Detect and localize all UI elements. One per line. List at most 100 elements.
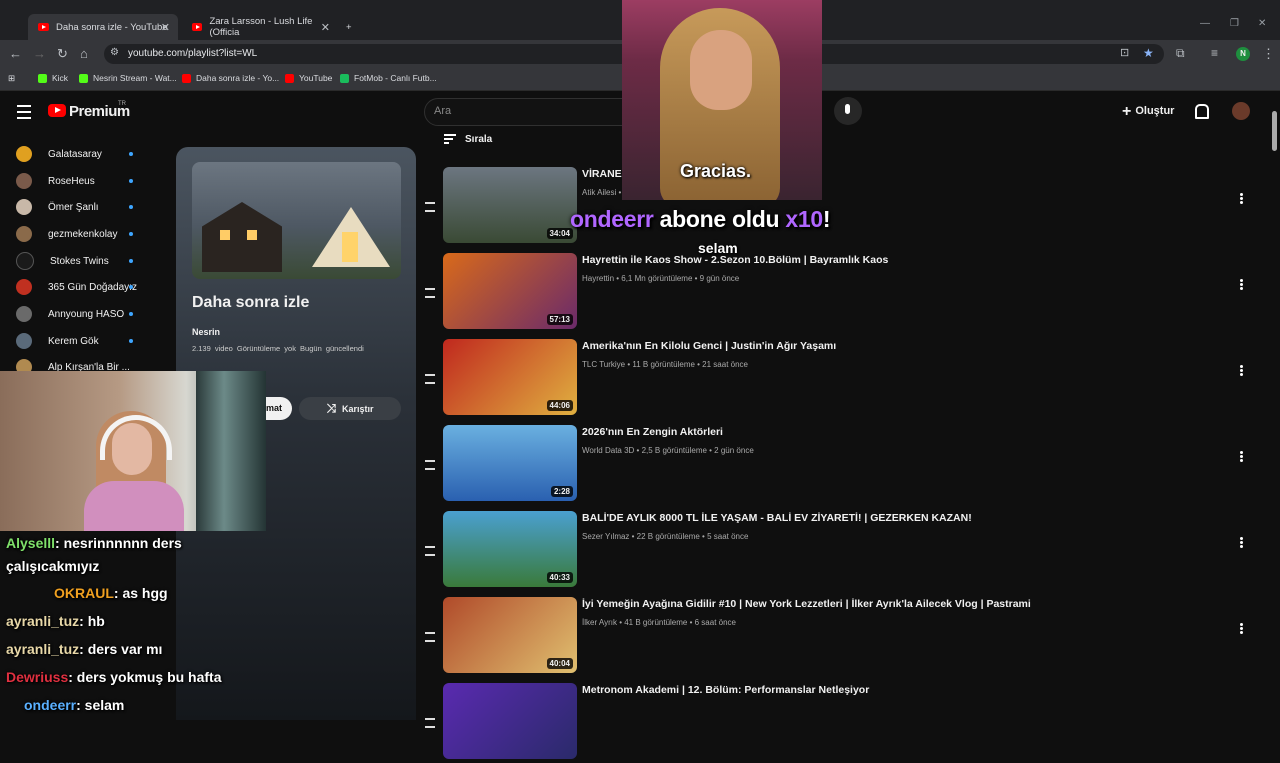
channel-avatar — [16, 226, 32, 242]
new-content-dot — [129, 259, 133, 263]
chat-username: ondeerr — [24, 697, 77, 713]
hamburger-menu-icon[interactable] — [17, 105, 31, 119]
tab-watch-later[interactable]: Daha sonra izle - YouTube ✕ — [28, 14, 178, 40]
more-actions-icon[interactable] — [1240, 197, 1243, 200]
channel-avatar — [16, 199, 32, 215]
media-icon[interactable]: ≡ — [1211, 46, 1218, 60]
more-actions-icon[interactable] — [1240, 455, 1243, 458]
channel-avatar — [16, 146, 32, 162]
bookmark-kick[interactable]: Kick — [38, 73, 68, 83]
install-icon[interactable]: ⊡ — [1120, 46, 1129, 59]
chat-text: : nesrinnnnnn ders — [55, 535, 182, 551]
minimize-icon[interactable]: — — [1200, 18, 1210, 29]
extensions-icon[interactable]: ⧉ — [1176, 46, 1185, 61]
bookmark-youtube[interactable]: YouTube — [285, 73, 332, 83]
sidebar-item-gezmekenkolay[interactable]: gezmekenkolay — [16, 225, 133, 243]
youtube-favicon-icon — [38, 23, 49, 31]
close-tab-icon[interactable]: ✕ — [161, 21, 170, 34]
sidebar-item-annyoung-haso[interactable]: Annyoung HASO — [16, 305, 133, 323]
chat-username: ayranli_tuz — [6, 641, 80, 657]
bookmark-fotmob[interactable]: FotMob - Canlı Futb... — [340, 73, 437, 83]
video-thumbnail[interactable]: 2:28 — [443, 425, 577, 501]
apps-icon[interactable]: ⊞ — [8, 73, 15, 84]
youtube-logo-icon[interactable] — [48, 104, 66, 117]
chat-text: : selam — [76, 697, 125, 713]
close-window-icon[interactable]: ✕ — [1258, 18, 1266, 29]
video-title[interactable]: Amerika'nın En Kilolu Genci | Justin'in … — [582, 340, 836, 352]
drag-handle-icon[interactable] — [425, 288, 435, 298]
bookmark-nesrin-stream[interactable]: Nesrin Stream - Wat... — [79, 73, 177, 83]
video-row[interactable]: 40:33 BALİ'DE AYLIK 8000 TL İLE YAŞAM - B… — [420, 511, 1260, 591]
more-actions-icon[interactable] — [1240, 541, 1243, 544]
new-content-dot — [129, 285, 133, 289]
video-row[interactable]: 40:04 İyi Yemeğin Ayağına Gidilir #10 | N… — [420, 597, 1260, 677]
create-button[interactable]: + Oluştur — [1122, 103, 1174, 121]
profile-avatar[interactable]: N — [1236, 47, 1250, 61]
video-thumbnail[interactable]: 57:13 — [443, 253, 577, 329]
chat-message: ayranli_tuz: hb — [6, 613, 105, 629]
sidebar-item-galatasaray[interactable]: Galatasaray — [16, 145, 133, 163]
sidebar-item-kerem-gok[interactable]: Kerem Gök — [16, 332, 133, 350]
drag-handle-icon[interactable] — [425, 202, 435, 212]
video-thumbnail[interactable] — [443, 683, 577, 759]
video-duration: 2:28 — [550, 486, 573, 497]
video-row[interactable]: 44:06 Amerika'nın En Kilolu Genci | Justi… — [420, 339, 1260, 419]
video-thumbnail[interactable]: 44:06 — [443, 339, 577, 415]
reload-icon[interactable]: ↻ — [57, 46, 68, 62]
sidebar-item-omer-sanli[interactable]: Ömer Şanlı — [16, 198, 133, 216]
microphone-icon[interactable] — [834, 97, 862, 125]
bookmark-watch-later[interactable]: Daha sonra izle - Yo... — [182, 73, 279, 83]
page-scrollbar[interactable] — [1272, 111, 1277, 151]
playlist-thumbnail[interactable] — [192, 162, 401, 279]
sidebar-item-365-gun[interactable]: 365 Gün Doğadayız — [16, 278, 137, 296]
video-row[interactable]: Metronom Akademi | 12. Bölüm: Performans… — [420, 683, 1260, 763]
new-content-dot — [129, 152, 133, 156]
video-meta: Sezer Yılmaz • 22 B görüntüleme • 5 saat… — [582, 532, 749, 541]
new-tab-button[interactable]: + — [346, 14, 352, 40]
more-actions-icon[interactable] — [1240, 627, 1243, 630]
close-tab-icon[interactable]: ✕ — [321, 21, 330, 34]
notifications-bell-icon[interactable] — [1195, 104, 1209, 119]
chat-text: : ders var mı — [79, 641, 163, 657]
drag-handle-icon[interactable] — [425, 632, 435, 642]
maximize-icon[interactable]: ❐ — [1230, 18, 1239, 29]
tab-zara-larsson[interactable]: Zara Larsson - Lush Life (Officia ✕ — [182, 14, 338, 40]
video-thumbnail[interactable]: 34:04 — [443, 167, 577, 243]
video-title[interactable]: 2026'nın En Zengin Aktörleri — [582, 426, 723, 438]
forward-icon[interactable]: → — [33, 46, 46, 61]
tab-label: Zara Larsson - Lush Life (Officia — [209, 16, 313, 38]
chat-text: : hb — [79, 613, 105, 629]
sidebar-item-stokes-twins[interactable]: Stokes Twins — [16, 252, 133, 270]
sidebar-item-roseheus[interactable]: RoseHeus — [16, 172, 133, 190]
back-icon[interactable]: ← — [9, 46, 22, 61]
chat-username: ayranli_tuz — [6, 613, 80, 629]
channel-avatar — [16, 173, 32, 189]
video-row[interactable]: 34:04VİRANE KÖY EVİMİZİAtik Ailesi • — [420, 167, 1260, 247]
site-info-icon[interactable]: ⚙ — [110, 47, 119, 58]
video-thumbnail[interactable]: 40:33 — [443, 511, 577, 587]
drag-handle-icon[interactable] — [425, 546, 435, 556]
more-actions-icon[interactable] — [1240, 283, 1243, 286]
new-content-dot — [129, 179, 133, 183]
chat-username: OKRAUL — [54, 585, 114, 601]
playlist-title: Daha sonra izle — [192, 294, 310, 311]
shuffle-button[interactable]: ⤨ Karıştır — [299, 397, 401, 420]
video-row[interactable]: 57:13 Hayrettin ile Kaos Show - 2.Sezon 1… — [420, 253, 1260, 333]
sort-button[interactable]: Sırala — [444, 134, 492, 145]
video-title[interactable]: İyi Yemeğin Ayağına Gidilir #10 | New Yo… — [582, 598, 1031, 610]
video-row[interactable]: 2:28 2026'nın En Zengin Aktörleri World Da… — [420, 425, 1260, 505]
shuffle-icon: ⤨ — [326, 401, 337, 415]
account-avatar[interactable] — [1232, 102, 1250, 120]
video-thumbnail[interactable]: 40:04 — [443, 597, 577, 673]
chat-username: Dewriuss — [6, 669, 69, 685]
home-icon[interactable]: ⌂ — [80, 46, 88, 61]
video-title[interactable]: Metronom Akademi | 12. Bölüm: Performans… — [582, 684, 869, 696]
browser-menu-icon[interactable]: ⋮ — [1262, 46, 1275, 62]
more-actions-icon[interactable] — [1240, 369, 1243, 372]
url-text: youtube.com/playlist?list=WL — [128, 48, 258, 59]
drag-handle-icon[interactable] — [425, 460, 435, 470]
playlist-owner[interactable]: Nesrin — [192, 327, 220, 337]
star-icon[interactable]: ★ — [1143, 46, 1154, 60]
drag-handle-icon[interactable] — [425, 374, 435, 384]
video-title[interactable]: BALİ'DE AYLIK 8000 TL İLE YAŞAM - BALİ E… — [582, 512, 972, 524]
